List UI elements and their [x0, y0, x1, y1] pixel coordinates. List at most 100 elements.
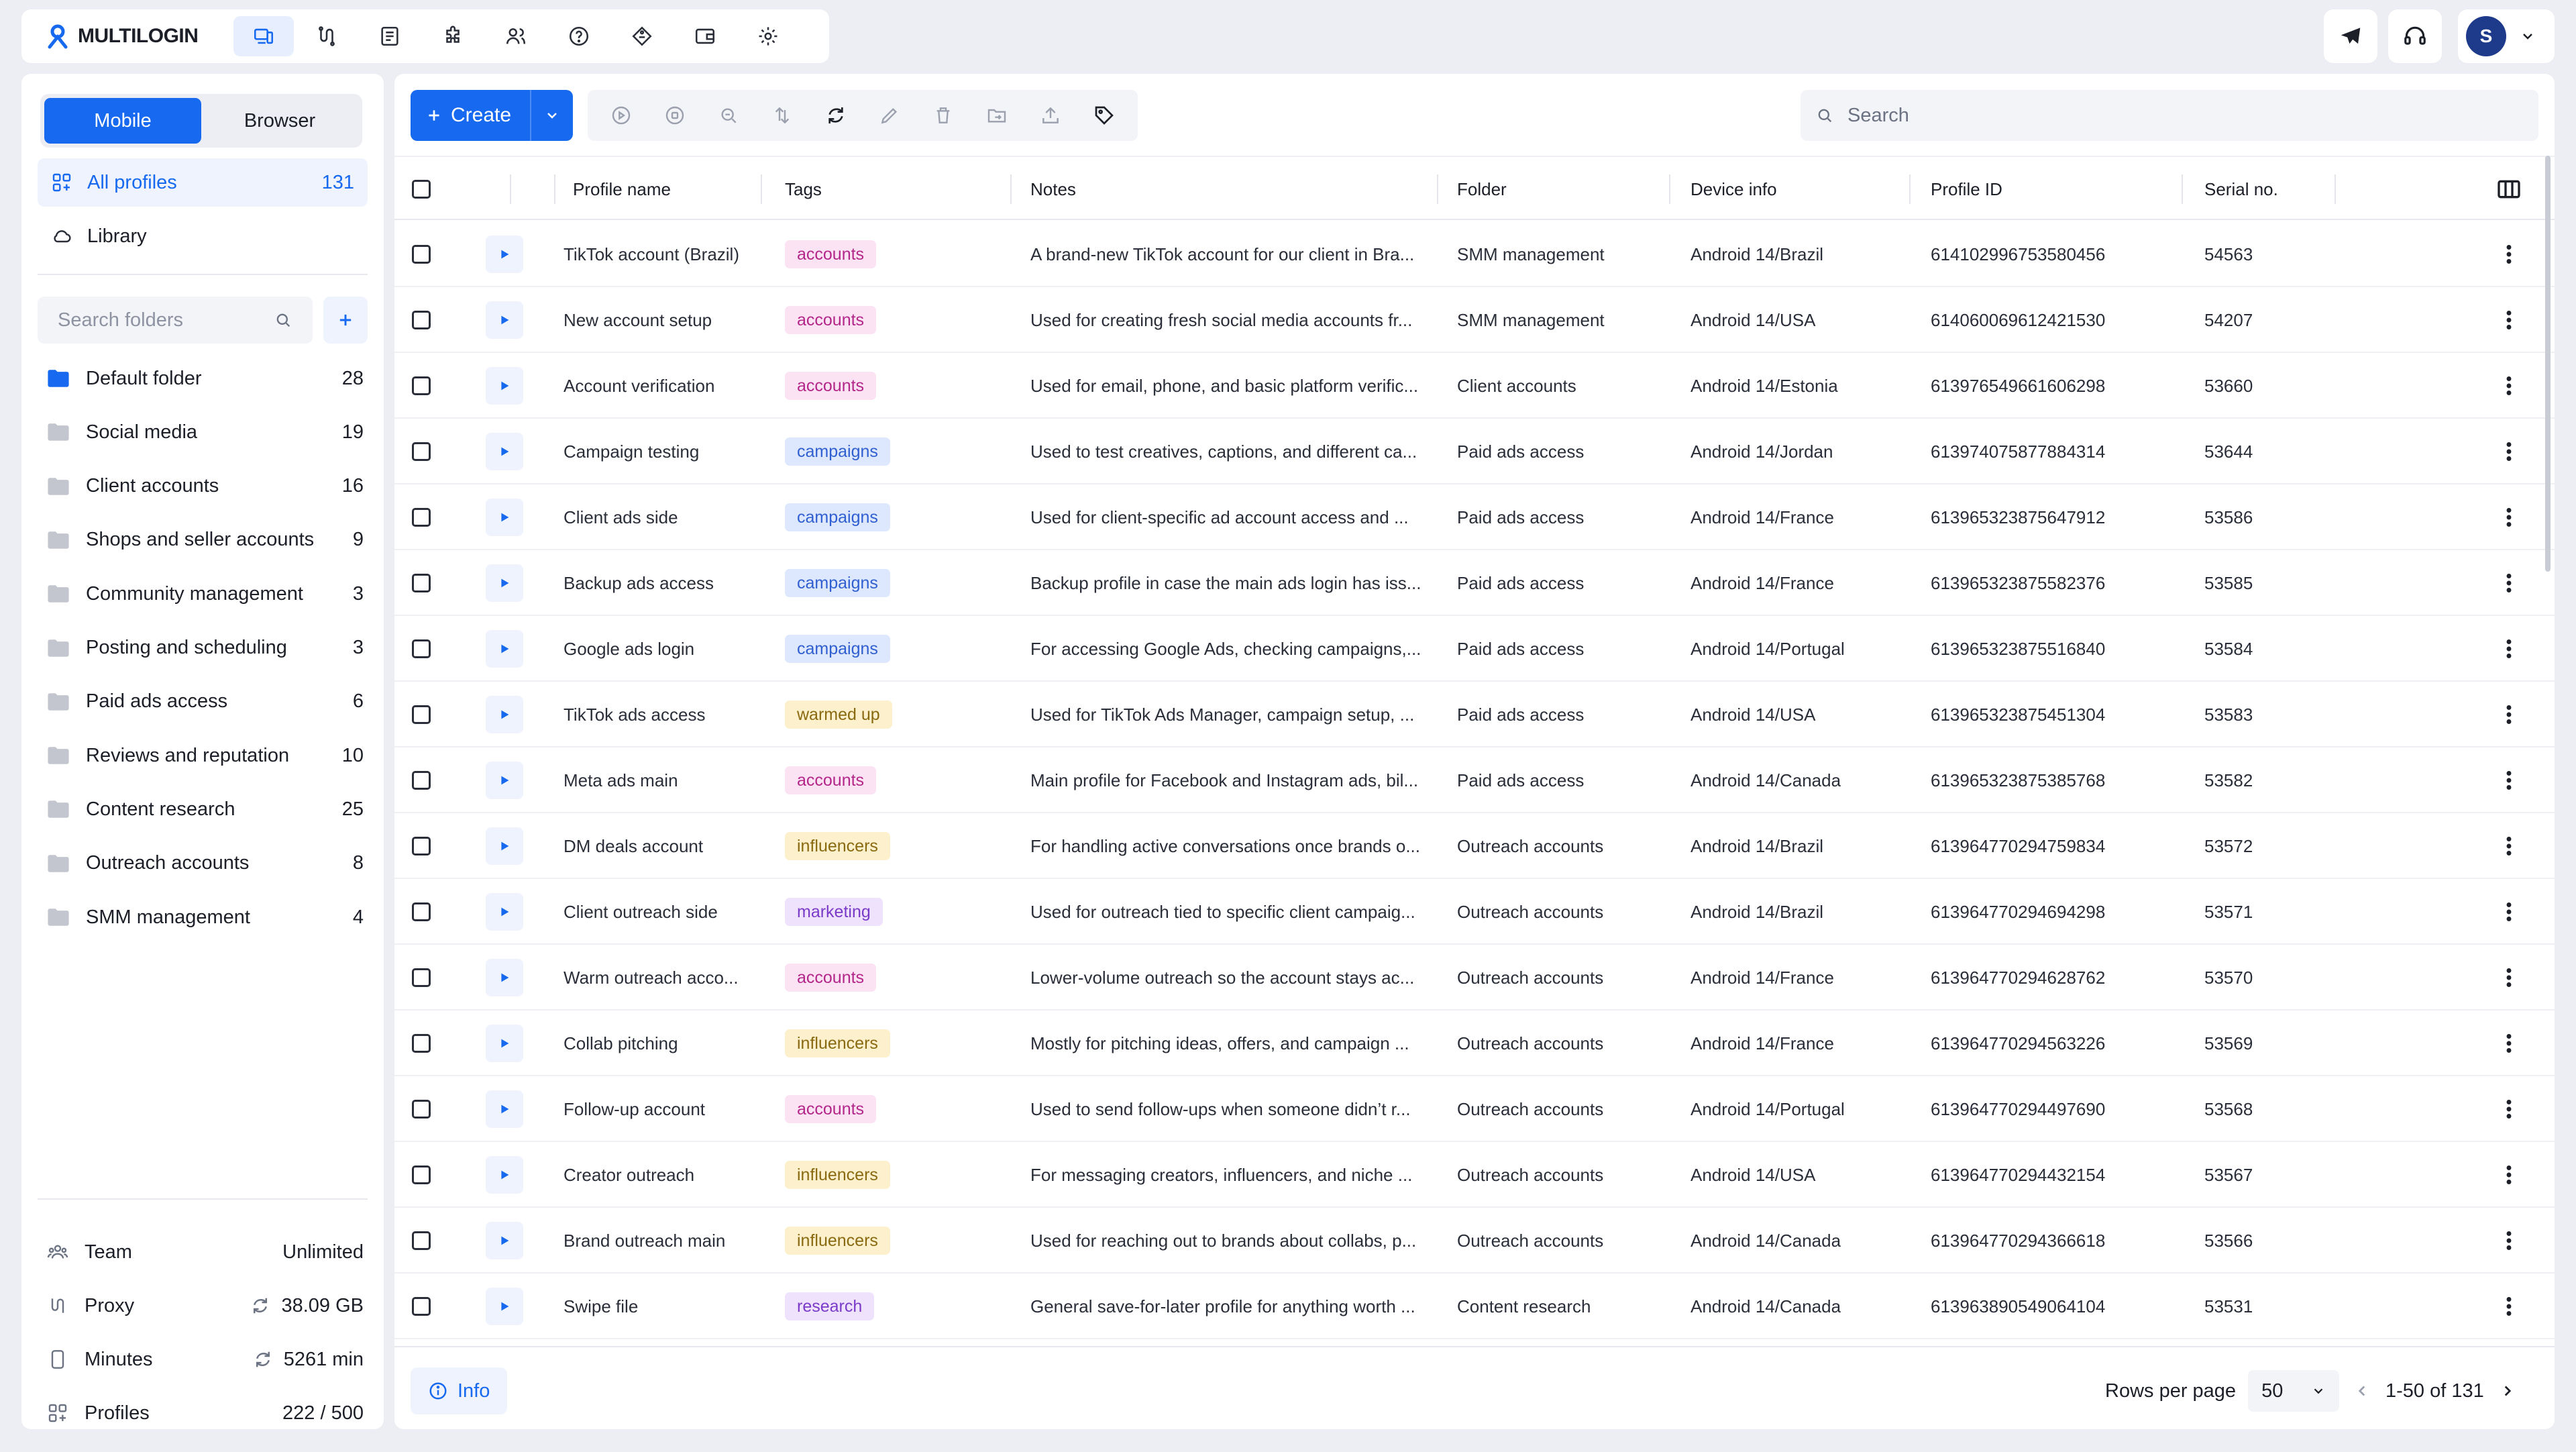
- extensions-icon[interactable]: [423, 16, 483, 56]
- start-profile-button[interactable]: [486, 1156, 523, 1194]
- row-checkbox[interactable]: [412, 771, 431, 790]
- create-button[interactable]: Create: [411, 90, 531, 141]
- tag-badge[interactable]: research: [785, 1292, 875, 1320]
- add-folder-button[interactable]: [323, 297, 368, 344]
- row-checkbox[interactable]: [412, 1034, 431, 1053]
- table-row[interactable]: Meta ads main Main profile for Facebook a…: [394, 747, 2555, 813]
- help-icon[interactable]: [549, 16, 609, 56]
- row-menu-button[interactable]: [2496, 629, 2522, 669]
- settings-icon[interactable]: [738, 16, 798, 56]
- folder-item[interactable]: Social media 19: [38, 408, 373, 456]
- row-menu-button[interactable]: [2496, 1023, 2522, 1064]
- table-row[interactable]: Google ads login For accessing Google Ads…: [394, 616, 2555, 682]
- row-checkbox[interactable]: [412, 376, 431, 395]
- zoom-button[interactable]: [702, 90, 755, 141]
- start-profile-button[interactable]: [486, 1222, 523, 1259]
- refresh-icon[interactable]: [253, 1349, 273, 1369]
- row-menu-button[interactable]: [2496, 234, 2522, 274]
- tag-badge[interactable]: influencers: [785, 832, 890, 860]
- row-checkbox[interactable]: [412, 1231, 431, 1250]
- table-row[interactable]: Follow-up account Used to send follow-ups…: [394, 1076, 2555, 1142]
- tag-badge[interactable]: influencers: [785, 1029, 890, 1057]
- row-checkbox[interactable]: [412, 245, 431, 264]
- row-menu-button[interactable]: [2496, 826, 2522, 866]
- tab-browser[interactable]: Browser: [201, 98, 358, 144]
- sidebar-item-library[interactable]: Library: [38, 212, 368, 260]
- folder-item[interactable]: Reviews and reputation 10: [38, 731, 373, 780]
- row-menu-button[interactable]: [2496, 694, 2522, 735]
- row-menu-button[interactable]: [2496, 1221, 2522, 1261]
- table-row[interactable]: Campaign testing Used to test creatives, …: [394, 419, 2555, 484]
- tag-badge[interactable]: campaigns: [785, 503, 890, 531]
- sync-button[interactable]: [809, 90, 863, 141]
- start-profile-button[interactable]: [486, 499, 523, 536]
- start-profile-button[interactable]: [486, 1288, 523, 1325]
- tag-button[interactable]: [1077, 90, 1131, 141]
- create-dropdown-button[interactable]: [530, 90, 574, 141]
- folder-item[interactable]: Outreach accounts 8: [38, 839, 373, 888]
- start-profile-button[interactable]: [486, 367, 523, 405]
- table-row[interactable]: Account verification Used for email, phon…: [394, 353, 2555, 419]
- row-checkbox[interactable]: [412, 311, 431, 329]
- chevron-left-icon[interactable]: [2353, 1382, 2371, 1400]
- tag-badge[interactable]: accounts: [785, 964, 877, 992]
- table-row[interactable]: Creator outreach For messaging creators, …: [394, 1142, 2555, 1208]
- start-profile-button[interactable]: [486, 762, 523, 799]
- tag-badge[interactable]: influencers: [785, 1161, 890, 1189]
- table-row[interactable]: Collab pitching Mostly for pitching ideas…: [394, 1010, 2555, 1076]
- row-checkbox[interactable]: [412, 508, 431, 527]
- table-row[interactable]: DM deals account For handling active conv…: [394, 813, 2555, 879]
- row-menu-button[interactable]: [2496, 1089, 2522, 1129]
- row-menu-button[interactable]: [2496, 563, 2522, 603]
- tag-badge[interactable]: accounts: [785, 766, 877, 794]
- tag-badge[interactable]: campaigns: [785, 437, 890, 466]
- row-checkbox[interactable]: [412, 968, 431, 987]
- info-button[interactable]: Info: [411, 1367, 508, 1414]
- start-profile-button[interactable]: [486, 893, 523, 931]
- start-profile-button[interactable]: [486, 630, 523, 668]
- support-button[interactable]: [2388, 9, 2442, 63]
- folder-search-input[interactable]: Search folders: [38, 297, 313, 344]
- column-notes[interactable]: Notes: [1030, 157, 1076, 221]
- devices-icon[interactable]: [233, 16, 294, 56]
- transfer-button[interactable]: [755, 90, 809, 141]
- start-profile-button[interactable]: [486, 1090, 523, 1128]
- start-profile-button[interactable]: [486, 564, 523, 602]
- select-all-checkbox[interactable]: [412, 180, 431, 199]
- table-row[interactable]: New account setup Used for creating fresh…: [394, 287, 2555, 353]
- row-menu-button[interactable]: [2496, 760, 2522, 800]
- column-serial[interactable]: Serial no.: [2204, 157, 2278, 221]
- folder-item[interactable]: Content research 25: [38, 785, 373, 833]
- tag-badge[interactable]: accounts: [785, 306, 877, 334]
- row-menu-button[interactable]: [2496, 1286, 2522, 1327]
- row-checkbox[interactable]: [412, 1297, 431, 1316]
- team-icon[interactable]: [486, 16, 546, 56]
- row-checkbox[interactable]: [412, 705, 431, 724]
- start-profile-button[interactable]: [486, 1025, 523, 1062]
- start-profile-button[interactable]: [486, 696, 523, 733]
- account-menu[interactable]: S: [2458, 9, 2555, 63]
- row-checkbox[interactable]: [412, 837, 431, 855]
- sidebar-item-all-profiles[interactable]: All profiles 131: [38, 158, 368, 207]
- move-folder-button[interactable]: [970, 90, 1024, 141]
- start-profile-button[interactable]: [486, 433, 523, 470]
- app-logo[interactable]: MULTILOGIN: [44, 23, 199, 50]
- tag-badge[interactable]: campaigns: [785, 569, 890, 597]
- row-menu-button[interactable]: [2496, 497, 2522, 537]
- column-folder[interactable]: Folder: [1457, 157, 1507, 221]
- tag-badge[interactable]: influencers: [785, 1227, 890, 1255]
- column-profile-name[interactable]: Profile name: [573, 157, 671, 221]
- row-menu-button[interactable]: [2496, 300, 2522, 340]
- table-row[interactable]: Backup ads access Backup profile in case …: [394, 550, 2555, 616]
- tag-badge[interactable]: warmed up: [785, 701, 892, 729]
- tag-badge[interactable]: accounts: [785, 1095, 877, 1123]
- row-checkbox[interactable]: [412, 1100, 431, 1119]
- table-row[interactable]: Warm outreach acco... Lower-volume outrea…: [394, 945, 2555, 1010]
- folder-item[interactable]: Paid ads access 6: [38, 678, 373, 726]
- folder-item[interactable]: Community management 3: [38, 570, 373, 618]
- row-checkbox[interactable]: [412, 902, 431, 921]
- delete-button[interactable]: [916, 90, 970, 141]
- tag-badge[interactable]: accounts: [785, 240, 877, 268]
- tab-mobile[interactable]: Mobile: [44, 98, 201, 144]
- column-tags[interactable]: Tags: [785, 157, 822, 221]
